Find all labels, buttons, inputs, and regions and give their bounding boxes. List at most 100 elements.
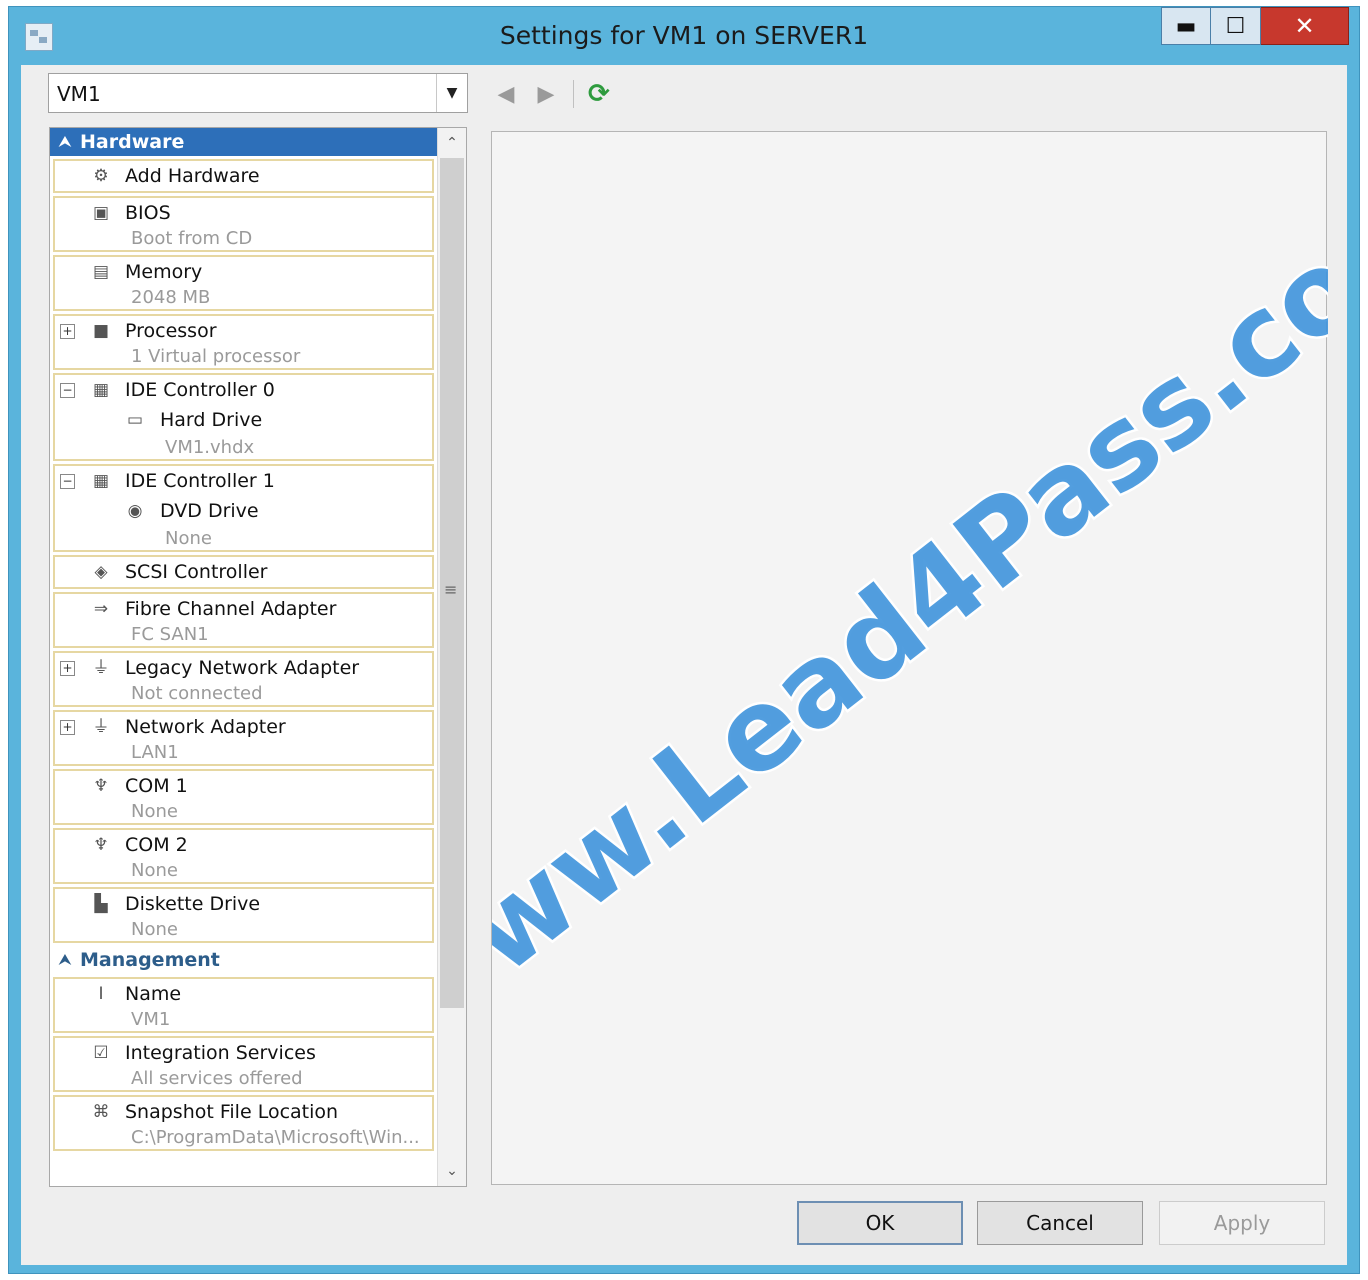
- window-title: Settings for VM1 on SERVER1: [499, 21, 869, 50]
- management-section-title: Management: [80, 949, 220, 971]
- com-port-icon: ♆: [93, 835, 109, 855]
- scsi-controller-icon: ◈: [94, 562, 108, 582]
- tree-item-com-1[interactable]: ♆ COM 1 None: [53, 769, 434, 825]
- tree-item-subtext: C:\ProgramData\Microsoft\Win...: [131, 1127, 420, 1148]
- tree-item-memory[interactable]: ▤ Memory 2048 MB: [53, 255, 434, 311]
- tree-item-subtext: None: [165, 528, 212, 549]
- tree-item-bios[interactable]: ▣ BIOS Boot from CD: [53, 196, 434, 252]
- tree-item-subtext: FC SAN1: [131, 624, 209, 645]
- tree-item-subtext: Boot from CD: [131, 228, 253, 249]
- tree-item-label: IDE Controller 0: [125, 379, 275, 401]
- maximize-button[interactable]: ☐: [1211, 7, 1261, 45]
- settings-tree: ⮝ Hardware ⚙ Add Hardware ▣ BIOS Boot from…: [49, 127, 467, 1187]
- tree-item-ide-controller-0[interactable]: − ▦ IDE Controller 0 ▭ Hard Drive VM1.vhdx: [53, 373, 434, 461]
- tree-item-network-adapter[interactable]: + ⏚ Network Adapter LAN1: [53, 710, 434, 766]
- ide-controller-icon: ▦: [92, 471, 110, 491]
- tree-item-subtext: All services offered: [131, 1068, 303, 1089]
- settings-window: Settings for VM1 on SERVER1 ▬ ☐ ✕ VM1 ▼ …: [8, 6, 1360, 1274]
- tree-item-integration-services[interactable]: ☑ Integration Services All services offer…: [53, 1036, 434, 1092]
- tree-item-label: BIOS: [125, 202, 171, 224]
- tree-item-subtext: Not connected: [131, 683, 263, 704]
- tree-item-label: DVD Drive: [160, 500, 259, 522]
- integration-services-icon: ☑: [93, 1043, 109, 1063]
- legacy-network-icon: ⏚: [92, 658, 110, 678]
- collapse-chevron-icon[interactable]: ⮝: [50, 134, 80, 150]
- add-hardware-icon: ⚙: [93, 166, 109, 186]
- tree-item-label: SCSI Controller: [125, 561, 268, 583]
- tree-item-name[interactable]: Ⅰ Name VM1: [53, 977, 434, 1033]
- tree-item-label: Network Adapter: [125, 716, 286, 738]
- tree-item-subtext: None: [131, 919, 178, 940]
- hard-drive-icon: ▭: [126, 410, 144, 430]
- tree-item-diskette-drive[interactable]: ▙ Diskette Drive None: [53, 887, 434, 943]
- tree-item-snapshot-file-location[interactable]: ⌘ Snapshot File Location C:\ProgramData\M…: [53, 1095, 434, 1151]
- refresh-icon[interactable]: ⟳: [588, 79, 610, 109]
- scroll-up-icon[interactable]: ⌃: [438, 130, 466, 156]
- tree-scrollbar[interactable]: ⌃ ≡ ⌄: [437, 128, 466, 1186]
- tree-item-legacy-network-adapter[interactable]: + ⏚ Legacy Network Adapter Not connected: [53, 651, 434, 707]
- tree-item-subtext: 2048 MB: [131, 287, 211, 308]
- tree-item-subtext: VM1.vhdx: [165, 437, 255, 458]
- tree-item-subtext: VM1: [131, 1009, 171, 1030]
- hardware-section-title: Hardware: [80, 131, 185, 153]
- ok-button[interactable]: OK: [797, 1201, 963, 1245]
- tree-item-ide-controller-1[interactable]: − ▦ IDE Controller 1 ◉ DVD Drive None: [53, 464, 434, 552]
- dvd-drive-icon: ◉: [127, 501, 143, 521]
- minimize-button[interactable]: ▬: [1161, 7, 1211, 45]
- tree-item-fibre-channel-adapter[interactable]: ⇒ Fibre Channel Adapter FC SAN1: [53, 592, 434, 648]
- vm-selector-value: VM1: [57, 82, 101, 106]
- grip-icon: ≡: [444, 580, 458, 599]
- tree-item-label: Fibre Channel Adapter: [125, 598, 337, 620]
- dialog-client: VM1 ▼ ◀ ▶ ⟳ ⮝ Hardware ⚙ Add Hardware ▣ BI…: [21, 65, 1347, 1265]
- details-panel: www.Lead4Pass.com: [491, 131, 1328, 1185]
- tree-item-add-hardware[interactable]: ⚙ Add Hardware: [53, 159, 434, 193]
- tree-item-subtext: 1 Virtual processor: [131, 346, 301, 367]
- processor-icon: ■: [92, 321, 110, 341]
- watermark-text: www.Lead4Pass.com: [492, 150, 1328, 1063]
- tree-item-label: Integration Services: [125, 1042, 316, 1064]
- tree-item-subtext: LAN1: [131, 742, 179, 763]
- tree-item-com-2[interactable]: ♆ COM 2 None: [53, 828, 434, 884]
- tree-item-label: IDE Controller 1: [125, 470, 275, 492]
- tree-item-scsi-controller[interactable]: ◈ SCSI Controller: [53, 555, 434, 589]
- tree-item-label: Legacy Network Adapter: [125, 657, 360, 679]
- chevron-down-icon[interactable]: ▼: [436, 74, 467, 112]
- name-icon: Ⅰ: [98, 984, 104, 1004]
- bios-icon: ▣: [92, 203, 110, 223]
- tree-item-label: Name: [125, 983, 182, 1005]
- cancel-button[interactable]: Cancel: [977, 1201, 1143, 1245]
- ide-controller-icon: ▦: [92, 380, 110, 400]
- tree-item-label: Memory: [125, 261, 203, 283]
- tree-item-label: Snapshot File Location: [125, 1101, 339, 1123]
- collapse-chevron-icon[interactable]: ⮝: [50, 952, 80, 968]
- tree-item-label: Diskette Drive: [125, 893, 261, 915]
- hardware-section-header[interactable]: ⮝ Hardware: [50, 128, 438, 156]
- memory-icon: ▤: [92, 262, 110, 282]
- vm-selector-dropdown[interactable]: VM1 ▼: [48, 73, 468, 113]
- tree-item-label: COM 1: [125, 775, 188, 797]
- back-arrow-icon[interactable]: ◀: [493, 82, 519, 107]
- scroll-down-icon[interactable]: ⌄: [438, 1158, 466, 1184]
- tree-item-processor[interactable]: + ■ Processor 1 Virtual processor: [53, 314, 434, 370]
- management-section-header[interactable]: ⮝ Management: [50, 946, 438, 974]
- tree-item-dvd-drive[interactable]: ◉ DVD Drive: [55, 496, 432, 526]
- watermark: www.Lead4Pass.com: [492, 147, 1328, 1065]
- tree-item-label: COM 2: [125, 834, 188, 856]
- tree-item-label: Add Hardware: [125, 165, 260, 187]
- tree-item-hard-drive[interactable]: ▭ Hard Drive: [55, 405, 432, 435]
- tree-item-label: Processor: [125, 320, 217, 342]
- tree-item-subtext: None: [131, 801, 178, 822]
- diskette-icon: ▙: [94, 894, 108, 914]
- tree-item-label: Hard Drive: [160, 409, 263, 431]
- snapshot-location-icon: ⌘: [92, 1102, 110, 1122]
- title-bar: Settings for VM1 on SERVER1 ▬ ☐ ✕: [9, 7, 1359, 67]
- com-port-icon: ♆: [93, 776, 109, 796]
- toolbar-divider: [573, 80, 574, 108]
- tree-item-subtext: None: [131, 860, 178, 881]
- forward-arrow-icon[interactable]: ▶: [533, 82, 559, 107]
- apply-button[interactable]: Apply: [1159, 1201, 1325, 1245]
- close-button[interactable]: ✕: [1261, 7, 1349, 45]
- toolbar: ◀ ▶ ⟳: [493, 79, 610, 109]
- fibre-channel-icon: ⇒: [93, 599, 109, 619]
- window-controls: ▬ ☐ ✕: [1161, 7, 1349, 45]
